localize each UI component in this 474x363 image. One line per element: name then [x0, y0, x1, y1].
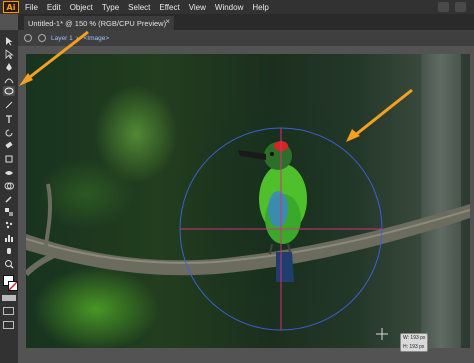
layer-icon	[38, 34, 46, 42]
zoom-tool-icon[interactable]	[3, 259, 15, 269]
breadcrumb-image[interactable]: <Image>	[84, 35, 110, 42]
screen-mode-button[interactable]	[3, 321, 14, 329]
line-segment-tool-icon[interactable]	[3, 100, 15, 110]
shape-builder-tool-icon[interactable]	[3, 181, 15, 191]
search-help-icon[interactable]	[455, 2, 466, 12]
back-arrow-icon[interactable]	[24, 34, 32, 42]
menu-object[interactable]: Object	[70, 3, 93, 12]
size-readout-tooltip: W: 193 px H: 193 px	[400, 333, 428, 352]
color-mode-buttons[interactable]	[2, 295, 16, 301]
scale-tool-icon[interactable]	[3, 154, 15, 164]
menu-view[interactable]: View	[189, 3, 206, 12]
menu-type[interactable]: Type	[102, 3, 119, 12]
ellipse-tool-icon[interactable]	[3, 86, 15, 96]
tools-panel	[0, 30, 18, 363]
pen-tool-icon[interactable]	[3, 62, 15, 72]
direct-selection-tool-icon[interactable]	[3, 49, 15, 59]
menu-select[interactable]: Select	[128, 3, 150, 12]
menu-bar: Ai File Edit Object Type Select Effect V…	[0, 0, 474, 14]
menu-effect[interactable]: Effect	[159, 3, 179, 12]
readout-height: H: 193 px	[403, 344, 425, 350]
type-tool-icon[interactable]	[3, 114, 15, 124]
eraser-tool-icon[interactable]	[3, 140, 15, 150]
width-tool-icon[interactable]	[3, 168, 15, 178]
workspace-switcher-icon[interactable]	[438, 2, 449, 12]
draw-mode-button[interactable]	[3, 307, 14, 315]
document-tab-bar: Untitled-1* @ 150 % (RGB/CPU Preview) ×	[18, 14, 474, 30]
menu-edit[interactable]: Edit	[47, 3, 61, 12]
document-tab[interactable]: Untitled-1* @ 150 % (RGB/CPU Preview) ×	[24, 16, 174, 30]
breadcrumb-layer[interactable]: Layer 1	[51, 35, 73, 42]
close-tab-icon[interactable]: ×	[165, 17, 170, 26]
eyedropper-tool-icon[interactable]	[3, 194, 15, 204]
selection-tool-icon[interactable]	[3, 36, 15, 46]
rotate-tool-icon[interactable]	[3, 128, 15, 138]
illustrator-logo: Ai	[3, 1, 19, 13]
menu-right-controls	[438, 2, 466, 12]
menu-file[interactable]: File	[25, 3, 38, 12]
document-tab-title: Untitled-1* @ 150 % (RGB/CPU Preview)	[28, 18, 167, 28]
curvature-tool-icon[interactable]	[3, 75, 15, 85]
readout-width: W: 193 px	[403, 335, 426, 341]
menu-help[interactable]: Help	[252, 3, 268, 12]
artboard[interactable]	[26, 54, 470, 348]
column-graph-tool-icon[interactable]	[3, 233, 15, 243]
stroke-swatch[interactable]	[8, 281, 18, 291]
photo-illustration	[26, 141, 470, 282]
symbol-sprayer-tool-icon[interactable]	[3, 220, 15, 230]
menu-window[interactable]: Window	[215, 3, 243, 12]
breadcrumb-separator: ›	[75, 34, 79, 42]
blend-tool-icon[interactable]	[3, 207, 15, 217]
hand-tool-icon[interactable]	[3, 246, 15, 256]
breadcrumb: Layer 1 › <Image>	[18, 30, 474, 46]
